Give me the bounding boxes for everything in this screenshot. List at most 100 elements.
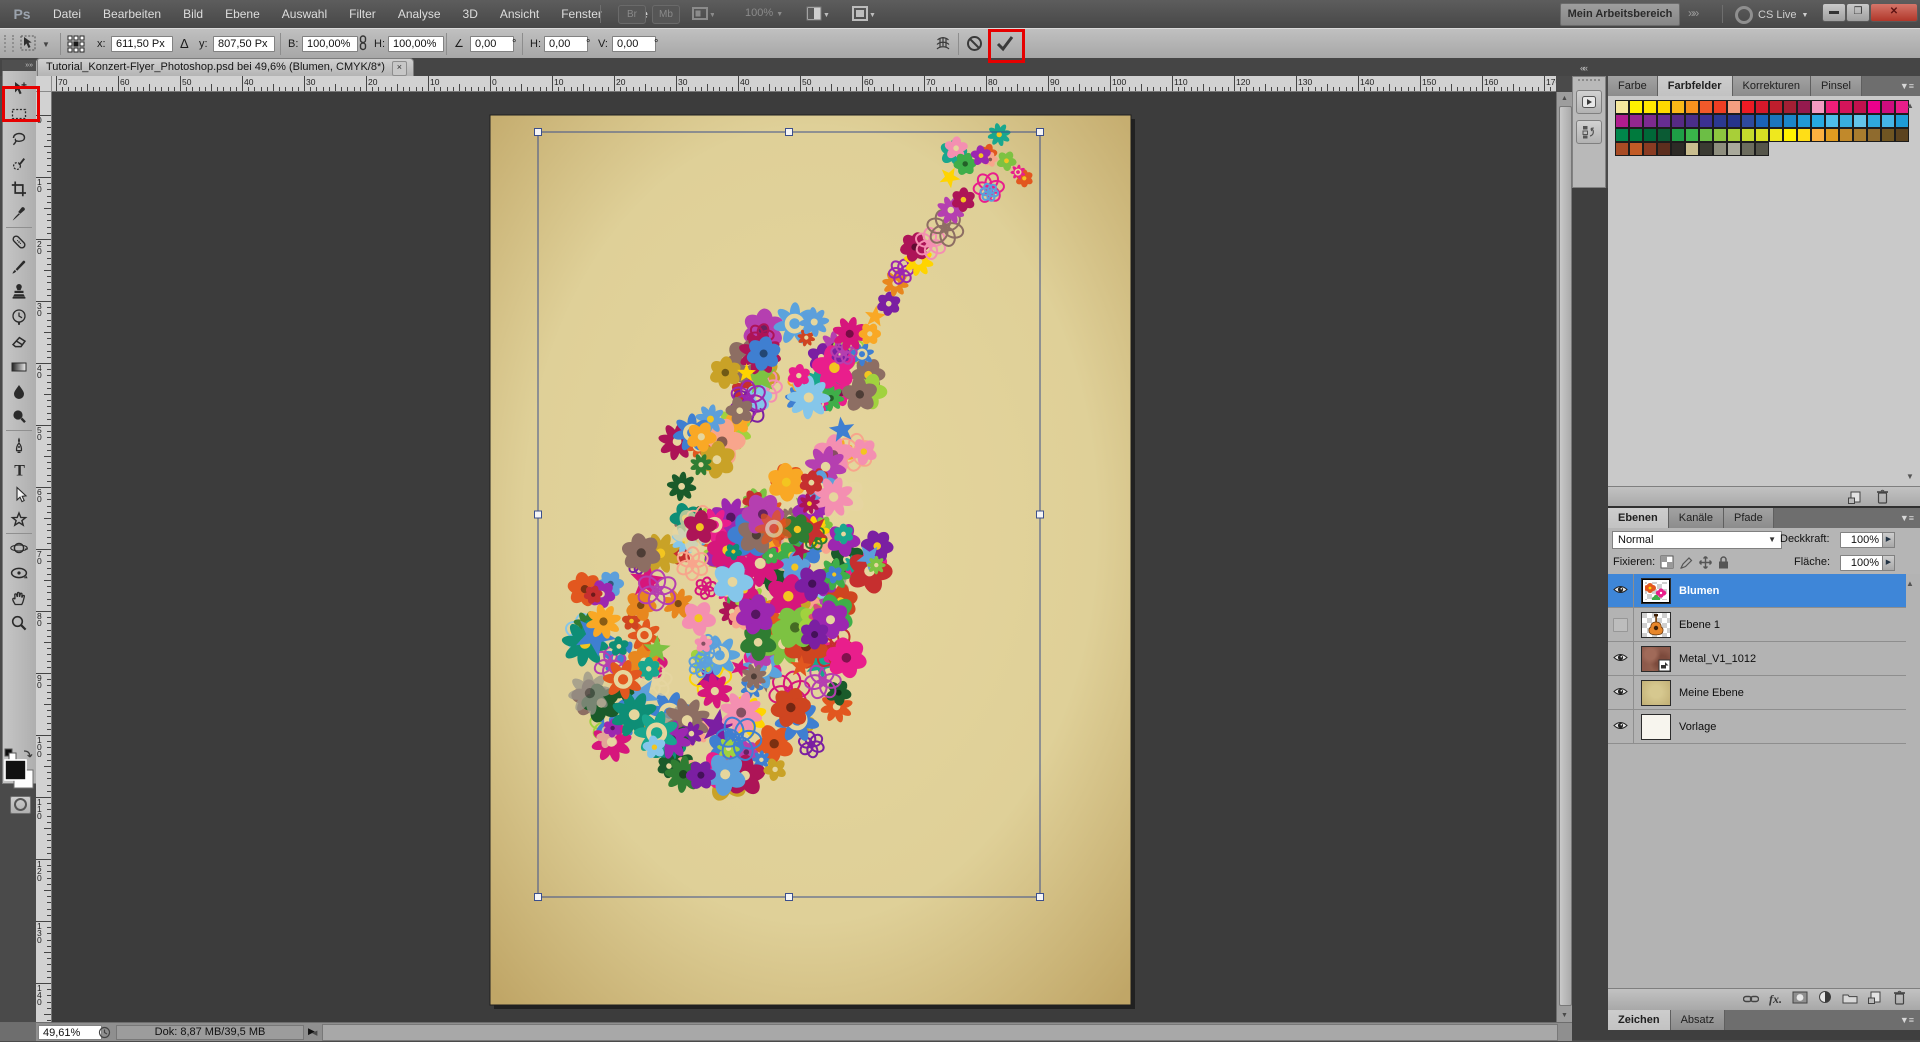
transform-handle[interactable] [786, 129, 793, 136]
layer-visibility-toggle[interactable] [1608, 642, 1634, 675]
rotation-field[interactable]: 0,00 [470, 36, 514, 52]
new-group-icon[interactable] [1842, 991, 1858, 1009]
transform-handle[interactable] [1037, 129, 1044, 136]
color-swatch[interactable] [1657, 128, 1671, 142]
menu-fenster[interactable]: Fenster [550, 0, 613, 28]
color-swatch[interactable] [1853, 100, 1867, 114]
eraser-tool[interactable] [2, 329, 36, 354]
3d-orbit-tool[interactable] [2, 560, 36, 585]
transform-handle[interactable] [786, 894, 793, 901]
transform-handle[interactable] [1037, 894, 1044, 901]
opacity-spinner[interactable]: ▶ [1882, 532, 1895, 548]
color-swatch[interactable] [1811, 128, 1825, 142]
color-swatch[interactable] [1853, 128, 1867, 142]
relative-position-toggle[interactable]: Δ [180, 36, 189, 52]
color-swatch[interactable] [1741, 100, 1755, 114]
clone-stamp-tool[interactable] [2, 279, 36, 304]
layers-scroll-up-icon[interactable]: ▲ [1906, 579, 1918, 588]
v-skew-field[interactable]: 0,00 [612, 36, 656, 52]
color-swatch[interactable] [1825, 114, 1839, 128]
color-swatch[interactable] [1699, 142, 1713, 156]
workspace-overflow-chevrons[interactable]: »» [1688, 6, 1697, 20]
actions-panel-icon[interactable] [1576, 90, 1602, 114]
color-swatch[interactable] [1881, 114, 1895, 128]
color-swatch[interactable] [1699, 128, 1713, 142]
dock-header[interactable]: «« [1572, 60, 1920, 76]
vertical-scrollbar[interactable]: ▲ ▼ [1556, 92, 1572, 1022]
cancel-transform-button[interactable] [966, 35, 983, 51]
close-button[interactable]: ✕ [1870, 3, 1918, 22]
scroll-left-icon[interactable]: ◀ [312, 1029, 317, 1037]
menu-ansicht[interactable]: Ansicht [489, 0, 550, 28]
strip-grip[interactable] [1578, 79, 1600, 84]
color-swatch[interactable] [1741, 142, 1755, 156]
lock-all-icon[interactable] [1717, 555, 1730, 573]
custom-shape-tool[interactable] [2, 507, 36, 532]
menu-bild[interactable]: Bild [172, 0, 214, 28]
pen-tool[interactable] [2, 432, 36, 457]
color-swatch[interactable] [1811, 114, 1825, 128]
adjustment-layer-icon[interactable] [1818, 990, 1832, 1009]
layer-row-blumen[interactable]: Blumen [1608, 574, 1906, 608]
tab-close-icon[interactable]: × [392, 61, 407, 76]
menu-auswahl[interactable]: Auswahl [271, 0, 338, 28]
swatch-scroll-up-icon[interactable]: ▲ [1906, 101, 1918, 110]
layer-thumbnail[interactable] [1641, 714, 1671, 740]
color-swatch[interactable] [1713, 114, 1727, 128]
color-swatch[interactable] [1895, 128, 1909, 142]
color-swatch[interactable] [1629, 114, 1643, 128]
layer-row-vorlage[interactable]: Vorlage [1608, 710, 1906, 744]
color-swatch[interactable] [1769, 114, 1783, 128]
tab-pinsel[interactable]: Pinsel [1811, 76, 1862, 96]
vertical-scroll-thumb[interactable] [1559, 106, 1572, 1006]
horizontal-scrollbar[interactable] [322, 1024, 1558, 1041]
color-swatch[interactable] [1727, 142, 1741, 156]
crop-tool[interactable] [2, 176, 36, 201]
color-swatch[interactable] [1825, 128, 1839, 142]
3d-rotate-tool[interactable] [2, 535, 36, 560]
opacity-field[interactable]: 100% [1840, 532, 1884, 548]
color-swatch[interactable] [1629, 128, 1643, 142]
new-layer-icon[interactable] [1868, 990, 1883, 1009]
swatch-scroll-down-icon[interactable]: ▼ [1906, 472, 1918, 481]
document-canvas[interactable] [52, 92, 1556, 1022]
color-swatch[interactable] [1615, 100, 1629, 114]
color-swatch[interactable] [1797, 100, 1811, 114]
color-swatch[interactable] [1825, 100, 1839, 114]
color-swatch[interactable] [1783, 100, 1797, 114]
height-scale-field[interactable]: 100,00% [388, 36, 444, 52]
x-position-field[interactable]: 611,50 Px [111, 36, 173, 52]
restore-button[interactable]: ❐ [1846, 3, 1870, 22]
tab-absatz[interactable]: Absatz [1671, 1010, 1726, 1030]
layer-visibility-toggle[interactable] [1608, 574, 1634, 607]
warp-mode-button[interactable] [934, 34, 952, 50]
color-swatch[interactable] [1881, 128, 1895, 142]
blend-mode-select[interactable]: Normal▼ [1612, 531, 1782, 549]
color-swatch[interactable] [1839, 114, 1853, 128]
canvas-pasteboard[interactable] [52, 92, 1556, 1022]
tab-kan-le[interactable]: Kanäle [1669, 508, 1724, 528]
layer-thumbnail[interactable] [1641, 612, 1671, 638]
hand-tool[interactable] [2, 585, 36, 610]
document-size-info[interactable]: Dok: 8,87 MB/39,5 MB [116, 1025, 304, 1040]
options-grip[interactable] [4, 35, 14, 52]
color-swatch[interactable] [1783, 128, 1797, 142]
color-swatch[interactable] [1727, 100, 1741, 114]
history-brush-tool[interactable] [2, 304, 36, 329]
tab-pfade[interactable]: Pfade [1724, 508, 1774, 528]
color-swatch[interactable] [1727, 128, 1741, 142]
horizontal-ruler[interactable]: 7060504030201001020304050607080901001101… [52, 76, 1556, 92]
color-swatch[interactable] [1685, 100, 1699, 114]
layer-visibility-toggle[interactable] [1608, 676, 1634, 709]
color-swatch[interactable] [1713, 100, 1727, 114]
tab-korrekturen[interactable]: Korrekturen [1733, 76, 1811, 96]
color-swatch[interactable] [1713, 128, 1727, 142]
color-swatch[interactable] [1671, 100, 1685, 114]
color-swatch[interactable] [1671, 114, 1685, 128]
color-swatch[interactable] [1699, 114, 1713, 128]
color-swatch[interactable] [1657, 142, 1671, 156]
transform-handle[interactable] [535, 129, 542, 136]
delete-layer-icon[interactable] [1893, 990, 1906, 1010]
layer-thumbnail[interactable] [1641, 680, 1671, 706]
color-swatch[interactable] [1741, 114, 1755, 128]
